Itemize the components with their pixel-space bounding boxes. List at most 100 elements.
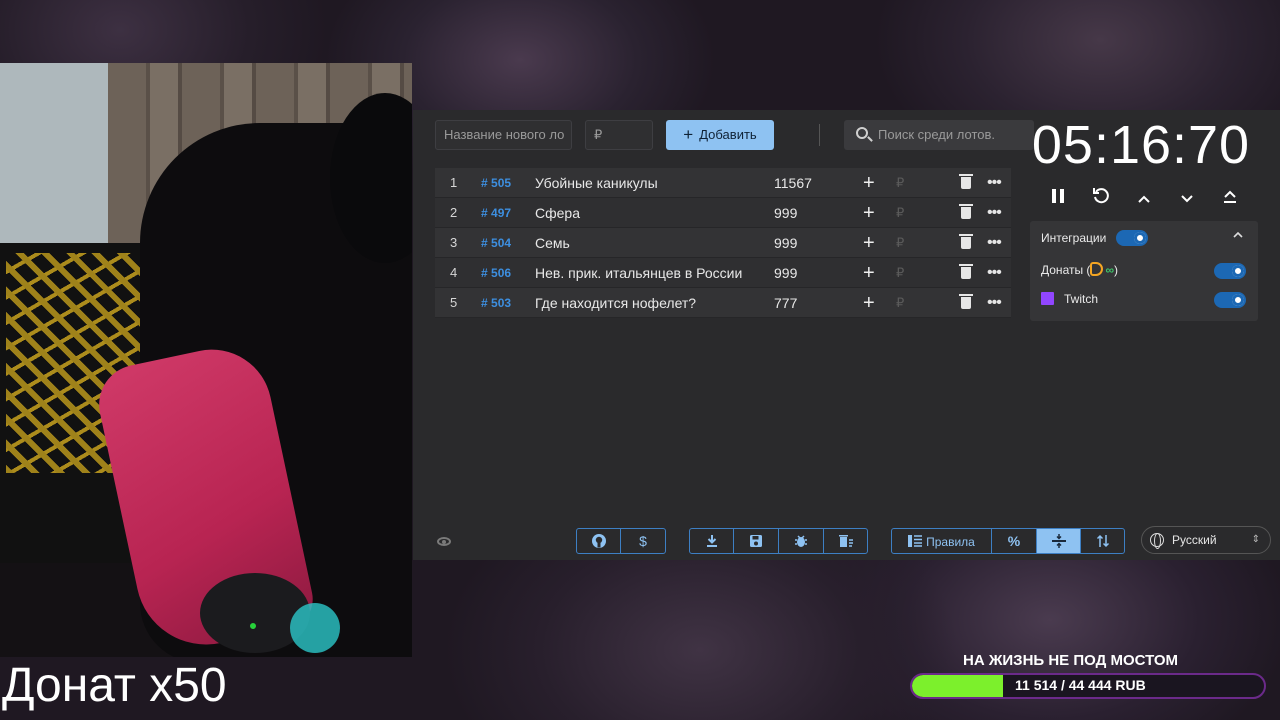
lot-id[interactable]: # 497 [481, 198, 511, 228]
ruble-icon: ₽ [896, 205, 905, 220]
save-button[interactable] [734, 529, 779, 553]
add-amount-icon[interactable]: + [863, 168, 875, 198]
download-icon [706, 535, 717, 547]
webcam-wall [0, 63, 110, 243]
new-lot-price-input[interactable]: ₽ [585, 120, 653, 150]
eye-icon[interactable] [437, 537, 451, 546]
bug-report-button[interactable] [779, 529, 824, 553]
search-placeholder: Поиск среди лотов. [878, 127, 995, 142]
lot-name[interactable]: Семь [535, 228, 570, 258]
rules-icon [908, 535, 923, 547]
links-button-group: $ [576, 528, 666, 554]
more-icon[interactable]: ••• [987, 198, 1002, 228]
add-amount-icon[interactable]: + [863, 288, 875, 318]
delete-icon[interactable] [959, 294, 973, 309]
percent-button[interactable]: % [992, 529, 1037, 553]
split-view-button[interactable] [1037, 529, 1081, 553]
twitch-toggle[interactable] [1214, 292, 1246, 308]
rules-label: Правила [926, 535, 975, 549]
goal-title: НА ЖИЗНЬ НЕ ПОД МОСТОМ [963, 652, 1179, 669]
lot-index: 2 [450, 205, 458, 220]
lot-index: 5 [450, 295, 458, 310]
subtract-time-button[interactable] [1175, 186, 1199, 210]
lot-index: 1 [450, 175, 458, 190]
toolbar-divider [819, 124, 820, 146]
lot-row: 2 # 497 Сфера 999 + ₽ ••• [435, 198, 1011, 228]
mode-button-group: Правила % [891, 528, 1125, 554]
search-icon [856, 127, 868, 139]
delete-icon[interactable] [959, 264, 973, 279]
lot-amount[interactable]: 999 [774, 198, 797, 228]
pause-icon [1052, 189, 1064, 203]
delete-icon[interactable] [959, 174, 973, 189]
ruble-icon: ₽ [896, 295, 905, 310]
dollar-icon: $ [639, 533, 647, 549]
donate-button[interactable]: $ [621, 529, 665, 553]
delete-icon[interactable] [959, 234, 973, 249]
lot-id[interactable]: # 504 [481, 228, 511, 258]
lot-amount[interactable]: 999 [774, 258, 797, 288]
pause-button[interactable] [1046, 186, 1070, 210]
lot-name[interactable]: Нев. прик. итальянцев в России [535, 258, 742, 288]
language-select[interactable]: Русский ⇕ [1141, 526, 1271, 554]
ruble-icon: ₽ [896, 265, 905, 280]
integrations-header: Интеграции [1041, 228, 1106, 248]
lot-id[interactable]: # 505 [481, 168, 511, 198]
rules-button[interactable]: Правила [892, 529, 992, 553]
add-time-button[interactable] [1132, 186, 1156, 210]
lot-search-input[interactable]: Поиск среди лотов. [844, 120, 1034, 150]
language-value: Русский [1172, 533, 1217, 547]
lot-index: 3 [450, 235, 458, 250]
add-amount-icon[interactable]: + [863, 258, 875, 288]
goal-progress-fill [912, 675, 1004, 697]
percent-icon: % [1007, 533, 1021, 549]
github-button[interactable] [577, 529, 621, 553]
sort-button[interactable] [1081, 529, 1124, 553]
add-amount-icon[interactable]: + [863, 228, 875, 258]
collapse-integrations-button[interactable] [1233, 228, 1243, 242]
sort-icon [1096, 534, 1109, 548]
twitch-integration: Twitch [1041, 289, 1098, 309]
collapse-timer-button[interactable] [1218, 186, 1242, 210]
lot-row: 5 # 503 Где находится нофелет? 777 + ₽ •… [435, 288, 1011, 318]
integrations-toggle[interactable] [1116, 230, 1148, 246]
lot-id[interactable]: # 503 [481, 288, 511, 318]
more-icon[interactable]: ••• [987, 258, 1002, 288]
lot-name[interactable]: Где находится нофелет? [535, 288, 696, 318]
ruble-icon: ₽ [896, 235, 905, 250]
more-icon[interactable]: ••• [987, 168, 1002, 198]
lot-amount[interactable]: 777 [774, 288, 797, 318]
webcam-cyan-object [290, 603, 340, 653]
lot-name[interactable]: Убойные каникулы [535, 168, 658, 198]
chevron-updown-icon: ⇕ [1251, 534, 1260, 545]
plus-icon: + [683, 125, 694, 144]
lot-amount[interactable]: 999 [774, 228, 797, 258]
file-button-group [689, 528, 868, 554]
goal-amount: 11 514 / 44 444 RUB [1015, 677, 1146, 693]
lot-name[interactable]: Сфера [535, 198, 580, 228]
chevron-up-icon [1138, 195, 1150, 203]
new-lot-name-input[interactable]: Название нового ло [435, 120, 572, 150]
lot-row: 3 # 504 Семь 999 + ₽ ••• [435, 228, 1011, 258]
reset-timer-button[interactable] [1089, 186, 1113, 210]
lot-id[interactable]: # 506 [481, 258, 511, 288]
save-icon [750, 535, 762, 547]
lot-index: 4 [450, 265, 458, 280]
auction-panel: Название нового ло ₽ + Добавить Поиск сре… [413, 110, 1280, 560]
clear-lots-button[interactable] [824, 529, 867, 553]
add-amount-icon[interactable]: + [863, 198, 875, 228]
donations-close: ) [1114, 263, 1118, 277]
lot-row: 4 # 506 Нев. прик. итальянцев в России 9… [435, 258, 1011, 288]
ruble-icon: ₽ [896, 175, 905, 190]
chevron-down-icon [1181, 195, 1193, 203]
donations-toggle[interactable] [1214, 263, 1246, 279]
delete-icon[interactable] [959, 204, 973, 219]
reset-icon [1093, 188, 1109, 204]
more-icon[interactable]: ••• [987, 228, 1002, 258]
more-icon[interactable]: ••• [987, 288, 1002, 318]
lot-amount[interactable]: 11567 [774, 168, 812, 198]
add-lot-button[interactable]: + Добавить [666, 120, 774, 150]
chevron-up-icon [1233, 231, 1243, 238]
download-button[interactable] [690, 529, 734, 553]
bug-icon [795, 535, 807, 547]
